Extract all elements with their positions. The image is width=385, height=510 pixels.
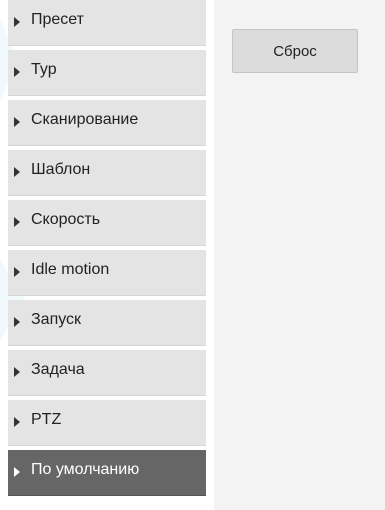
caret-right-icon <box>14 17 20 27</box>
sidebar-item-pattern[interactable]: Шаблон <box>8 150 206 196</box>
sidebar-item-tour[interactable]: Тур <box>8 50 206 96</box>
sidebar-item-label: PTZ <box>31 411 62 428</box>
caret-right-icon <box>14 317 20 327</box>
sidebar-item-label: Шаблон <box>31 161 91 178</box>
caret-right-icon <box>14 67 20 77</box>
caret-right-icon <box>14 167 20 177</box>
sidebar-item-ptz[interactable]: PTZ <box>8 400 206 446</box>
sidebar-item-label: Запуск <box>31 311 82 328</box>
settings-sidebar: Пресет Тур Сканирование Шаблон Скорость … <box>8 0 206 510</box>
sidebar-item-label: Задача <box>31 361 85 378</box>
settings-content-panel: Сброс <box>214 0 385 510</box>
sidebar-item-preset[interactable]: Пресет <box>8 0 206 46</box>
caret-right-icon <box>14 267 20 277</box>
sidebar-item-label: Тур <box>31 61 57 78</box>
sidebar-item-default[interactable]: По умолчанию <box>8 450 206 496</box>
sidebar-item-label: Скорость <box>31 211 101 228</box>
caret-right-icon <box>14 117 20 127</box>
sidebar-item-label: Пресет <box>31 11 84 28</box>
ptz-settings-page: Пресет Тур Сканирование Шаблон Скорость … <box>0 0 385 510</box>
sidebar-item-idle-motion[interactable]: Idle motion <box>8 250 206 296</box>
reset-button[interactable]: Сброс <box>232 29 358 73</box>
sidebar-item-label: Сканирование <box>31 111 139 128</box>
caret-right-icon <box>14 467 20 477</box>
sidebar-item-speed[interactable]: Скорость <box>8 200 206 246</box>
sidebar-item-task[interactable]: Задача <box>8 350 206 396</box>
sidebar-item-startup[interactable]: Запуск <box>8 300 206 346</box>
sidebar-item-label: Idle motion <box>31 261 110 278</box>
caret-right-icon <box>14 417 20 427</box>
sidebar-item-label: По умолчанию <box>31 461 140 478</box>
caret-right-icon <box>14 217 20 227</box>
sidebar-item-scan[interactable]: Сканирование <box>8 100 206 146</box>
caret-right-icon <box>14 367 20 377</box>
